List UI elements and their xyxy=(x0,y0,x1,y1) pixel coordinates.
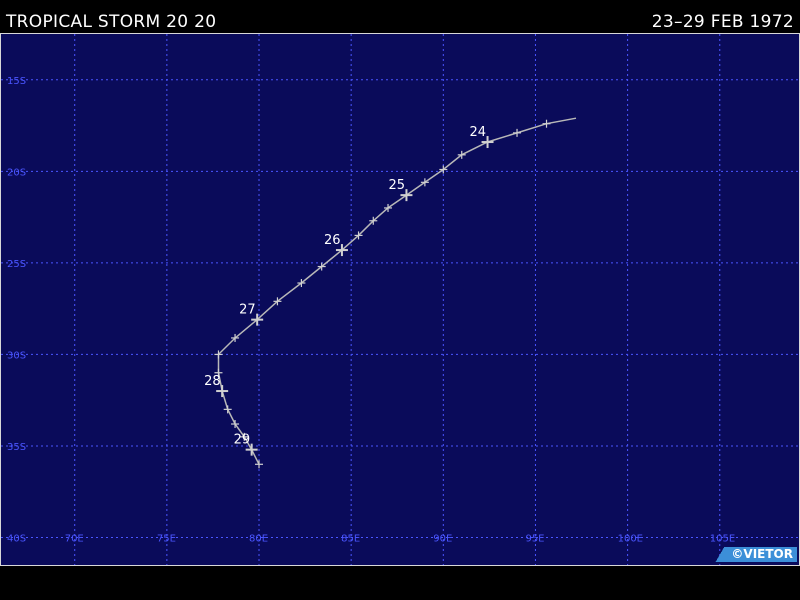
storm-title: TROPICAL STORM 20 20 xyxy=(6,12,217,32)
lat-label: 35S xyxy=(7,442,26,453)
day-label: 28 xyxy=(204,374,221,389)
lat-label: 30S xyxy=(7,350,26,361)
storm-track-line xyxy=(217,117,577,465)
lon-label: 90E xyxy=(433,534,452,545)
lat-label: 40S xyxy=(7,534,26,545)
lon-label: 105E xyxy=(710,534,735,545)
lon-label: 70E xyxy=(65,534,84,545)
header-bar: TROPICAL STORM 20 20 23–29 FEB 1972 xyxy=(0,0,800,33)
lat-label: 20S xyxy=(7,167,26,178)
day-label: 27 xyxy=(239,303,256,318)
day-label: 24 xyxy=(470,125,487,140)
lat-label: 15S xyxy=(7,76,26,87)
lat-label: 25S xyxy=(7,259,26,270)
lon-label: 75E xyxy=(157,534,176,545)
track-map-canvas: 15S 20S 25S 30S 35S 40S 70E 75E 80E 85E 90E 95E 100E… xyxy=(1,34,799,565)
day-label: 29 xyxy=(234,433,251,448)
lon-label: 85E xyxy=(341,534,360,545)
date-range: 23–29 FEB 1972 xyxy=(651,12,794,32)
credit-badge: ©VIETOR xyxy=(715,547,797,562)
lon-label: 100E xyxy=(618,534,643,545)
day-label: 26 xyxy=(324,233,341,248)
day-label: 25 xyxy=(388,178,405,193)
lon-label: 80E xyxy=(249,534,268,545)
lon-label: 95E xyxy=(525,534,544,545)
track-map: 15S 20S 25S 30S 35S 40S 70E 75E 80E 85E 90E 95E 100E… xyxy=(0,33,800,566)
